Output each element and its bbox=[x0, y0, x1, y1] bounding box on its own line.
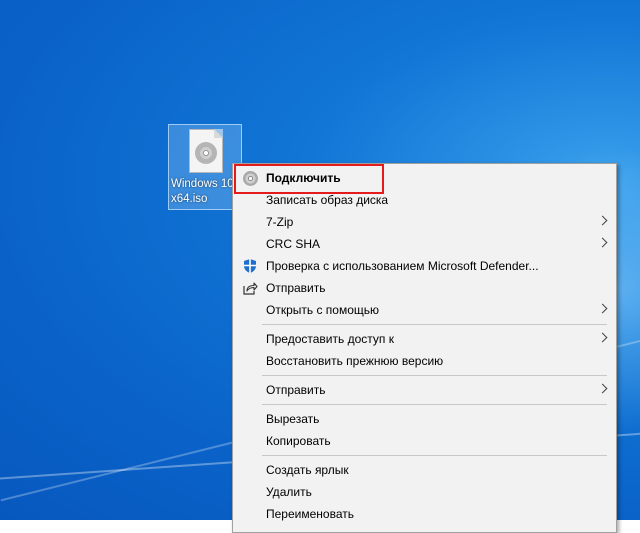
menu-item-label: Удалить bbox=[266, 485, 312, 499]
menu-item-label: Открыть с помощью bbox=[266, 303, 380, 317]
defender-shield-icon bbox=[244, 259, 256, 273]
menu-item-label: Отправить bbox=[266, 383, 326, 397]
chevron-right-icon bbox=[597, 332, 608, 343]
menu-separator bbox=[262, 404, 607, 405]
menu-item-label: Подключить bbox=[266, 171, 341, 185]
menu-item-rename[interactable]: Переименовать bbox=[233, 503, 616, 525]
menu-item-defender-scan[interactable]: Проверка с использованием Microsoft Defe… bbox=[233, 255, 616, 277]
menu-item-send-to[interactable]: Отправить bbox=[233, 379, 616, 401]
menu-item-burn-disc-image[interactable]: Записать образ диска bbox=[233, 189, 616, 211]
menu-item-label: Отправить bbox=[266, 281, 326, 295]
menu-item-delete[interactable]: Удалить bbox=[233, 481, 616, 503]
menu-item-label: Предоставить доступ к bbox=[266, 332, 394, 346]
iso-disc-file-icon bbox=[189, 129, 223, 173]
menu-item-crc-sha[interactable]: CRC SHA bbox=[233, 233, 616, 255]
menu-item-mount[interactable]: Подключить bbox=[233, 167, 616, 189]
menu-item-7zip[interactable]: 7-Zip bbox=[233, 211, 616, 233]
menu-separator bbox=[262, 455, 607, 456]
chevron-right-icon bbox=[597, 237, 608, 248]
menu-item-restore-previous-versions[interactable]: Восстановить прежнюю версию bbox=[233, 350, 616, 372]
menu-item-give-access[interactable]: Предоставить доступ к bbox=[233, 328, 616, 350]
menu-separator bbox=[262, 375, 607, 376]
menu-separator bbox=[262, 324, 607, 325]
menu-item-open-with[interactable]: Открыть с помощью bbox=[233, 299, 616, 321]
menu-item-label: Записать образ диска bbox=[266, 193, 389, 207]
menu-item-label: Восстановить прежнюю версию bbox=[266, 354, 444, 368]
share-icon bbox=[243, 282, 258, 295]
menu-item-copy[interactable]: Копировать bbox=[233, 430, 616, 452]
menu-item-label: CRC SHA bbox=[266, 237, 321, 251]
desktop-file-label: Windows 10_x64.iso bbox=[171, 178, 241, 205]
menu-item-label: Вырезать bbox=[266, 412, 320, 426]
desktop-file-iso[interactable]: Windows 10_x64.iso bbox=[168, 124, 242, 210]
chevron-right-icon bbox=[597, 303, 608, 314]
context-menu: Подключить Записать образ диска 7-Zip CR… bbox=[232, 163, 617, 533]
menu-item-create-shortcut[interactable]: Создать ярлык bbox=[233, 459, 616, 481]
menu-item-share[interactable]: Отправить bbox=[233, 277, 616, 299]
disc-icon bbox=[195, 142, 217, 164]
menu-item-label: Создать ярлык bbox=[266, 463, 349, 477]
chevron-right-icon bbox=[597, 383, 608, 394]
menu-item-label: Проверка с использованием Microsoft Defe… bbox=[266, 259, 539, 273]
menu-item-cut[interactable]: Вырезать bbox=[233, 408, 616, 430]
chevron-right-icon bbox=[597, 215, 608, 226]
disc-icon bbox=[243, 171, 259, 187]
menu-item-label: 7-Zip bbox=[266, 215, 294, 229]
menu-item-label: Копировать bbox=[266, 434, 331, 448]
menu-item-label: Переименовать bbox=[266, 507, 354, 521]
